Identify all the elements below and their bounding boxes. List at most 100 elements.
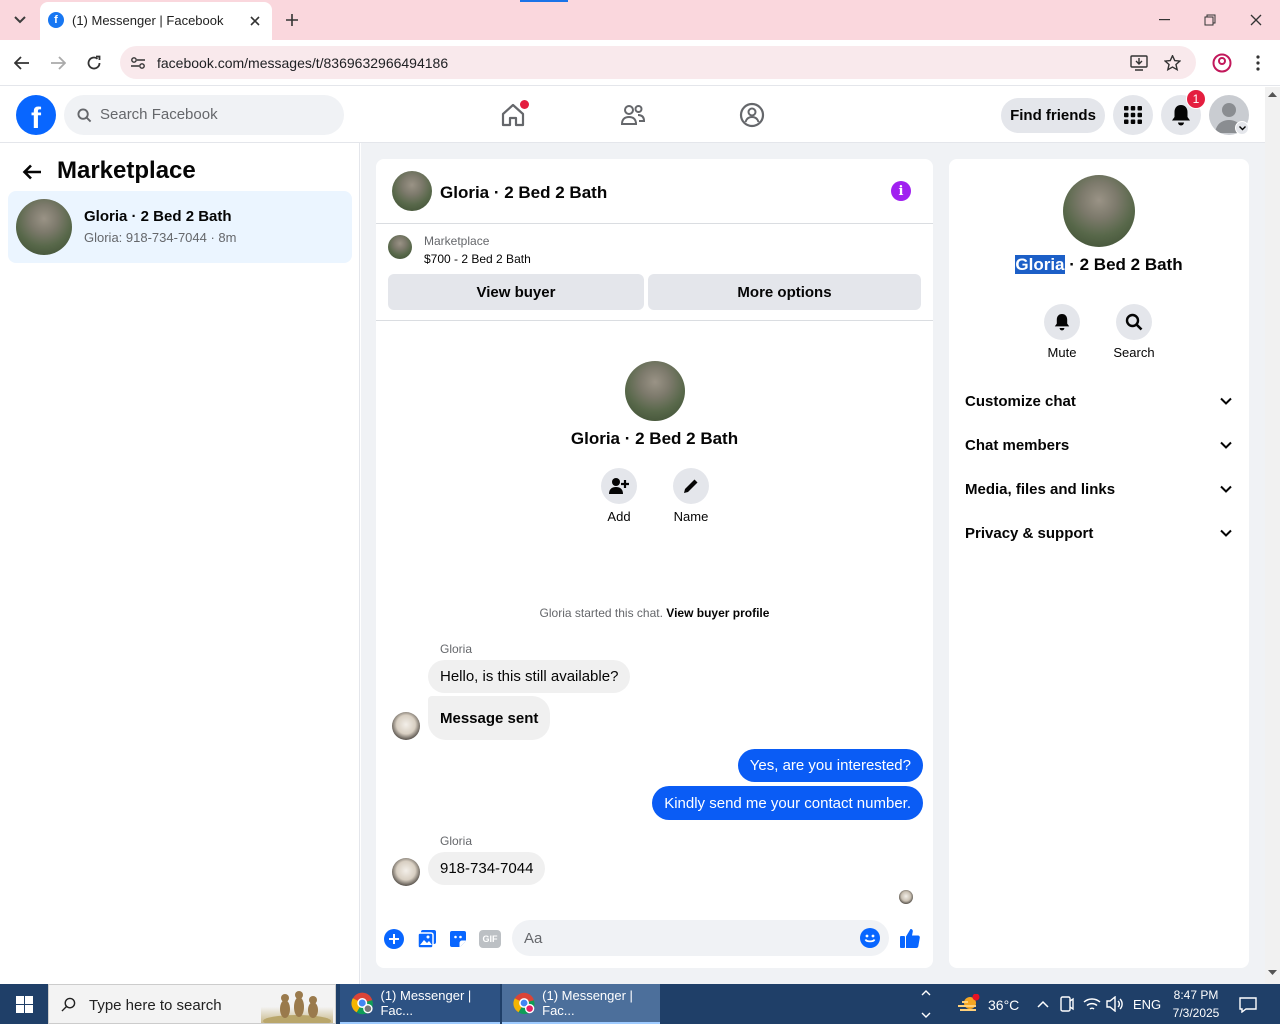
arrow-right-icon (51, 56, 66, 70)
forward-button[interactable] (48, 53, 68, 73)
reload-button[interactable] (84, 53, 104, 73)
windows-logo-icon (15, 995, 33, 1013)
mute-button[interactable] (1044, 304, 1080, 340)
conversation-name: Gloria · 2 Bed 2 Bath (84, 208, 232, 225)
customize-chat-section[interactable]: Customize chat (957, 383, 1241, 419)
browser-tab[interactable]: f (1) Messenger | Facebook (40, 2, 272, 40)
search-in-conversation-button[interactable] (1116, 304, 1152, 340)
back-button[interactable] (12, 53, 32, 73)
meet-now-icon[interactable] (1058, 994, 1076, 1014)
install-app-icon[interactable] (1128, 53, 1150, 73)
conversation-info-panel: Gloria · 2 Bed 2 Bath Mute Search Custom… (949, 159, 1249, 968)
new-tab-button[interactable] (282, 9, 302, 31)
media-files-links-section[interactable]: Media, files and links (957, 471, 1241, 507)
url-text[interactable]: facebook.com/messages/t/8369632966494186 (157, 55, 448, 71)
add-people-button[interactable] (601, 468, 637, 504)
start-button[interactable] (0, 984, 48, 1024)
chat-header-avatar[interactable] (392, 171, 432, 211)
taskbar-window-1[interactable]: (1) Messenger | Fac... (340, 984, 500, 1024)
back-to-marketplace-button[interactable] (20, 160, 44, 184)
info-avatar[interactable] (1063, 175, 1135, 247)
message-bubble-self[interactable]: Kindly send me your contact number. (652, 786, 923, 820)
info-icon[interactable]: i (891, 181, 911, 201)
browser-menu-icon[interactable] (1248, 52, 1268, 74)
volume-icon[interactable] (1105, 994, 1125, 1014)
chat-header-title[interactable]: Gloria · 2 Bed 2 Bath (440, 183, 607, 203)
edit-name-button[interactable] (673, 468, 709, 504)
emoji-button[interactable] (860, 928, 880, 948)
sender-avatar[interactable] (392, 858, 420, 886)
listing-thumbnail (16, 199, 72, 255)
chat-members-section[interactable]: Chat members (957, 427, 1241, 463)
message-bubble[interactable]: 918-734-7044 (428, 852, 546, 885)
page-scrollbar[interactable] (1265, 87, 1280, 984)
conversation-item[interactable]: Gloria · 2 Bed 2 Bath Gloria: 918-734-70… (8, 191, 352, 263)
input-language[interactable]: ENG (1133, 997, 1161, 1012)
weather-temperature[interactable]: 36°C (988, 997, 1019, 1013)
seen-indicator-avatar (899, 890, 913, 904)
sticker-icon (450, 931, 466, 947)
address-bar[interactable]: facebook.com/messages/t/8369632966494186 (120, 46, 1196, 79)
view-buyer-button[interactable]: View buyer (388, 274, 644, 310)
sticker-button[interactable] (447, 928, 469, 950)
find-friends-button[interactable]: Find friends (1001, 98, 1105, 133)
photo-icon (417, 930, 436, 949)
weather-icon[interactable] (956, 992, 982, 1016)
bell-icon (1054, 314, 1070, 331)
bookmark-star-icon[interactable] (1161, 53, 1183, 73)
more-options-button[interactable]: More options (648, 274, 921, 310)
facebook-search-box[interactable]: Search Facebook (64, 95, 344, 135)
taskbar-search-box[interactable]: Type here to search (48, 984, 336, 1024)
attach-photo-button[interactable] (416, 928, 438, 950)
nav-groups-button[interactable] (731, 95, 773, 135)
taskbar-window-2-title: (1) Messenger | Fac... (542, 988, 633, 1018)
restore-window-button[interactable] (1196, 8, 1224, 32)
nav-home-button[interactable] (492, 95, 534, 135)
reload-icon (87, 55, 101, 70)
tab-title: (1) Messenger | Facebook (72, 13, 224, 28)
message-bubble-self[interactable]: Yes, are you interested? (737, 749, 923, 782)
minimize-window-button[interactable] (1150, 8, 1178, 32)
clock[interactable]: 8:47 PM 7/3/2025 (1166, 986, 1226, 1022)
facebook-logo-icon[interactable]: f (16, 95, 56, 135)
listing-detail[interactable]: $700 - 2 Bed 2 Bath (424, 252, 531, 266)
site-info-icon[interactable] (128, 53, 148, 73)
arrow-left-icon (14, 56, 29, 70)
home-notification-dot (520, 100, 529, 109)
message-bubble[interactable]: Message sent (428, 696, 551, 740)
account-dropdown-icon[interactable] (1235, 121, 1249, 135)
tab-close-button[interactable] (246, 12, 264, 30)
divider (376, 320, 933, 321)
message-input-placeholder: Aa (524, 930, 543, 947)
view-buyer-profile-link[interactable]: View buyer profile (666, 606, 769, 620)
section-label: Media, files and links (965, 480, 1116, 498)
emoji-icon (864, 934, 876, 943)
marketplace-title: Marketplace (57, 157, 196, 184)
privacy-support-section[interactable]: Privacy & support (957, 515, 1241, 551)
chevron-down-icon (1220, 441, 1232, 449)
profile-icon[interactable] (1211, 52, 1233, 74)
show-hidden-icons-button[interactable] (1034, 994, 1052, 1014)
gif-button[interactable]: GIF (479, 930, 501, 948)
add-person-icon (609, 478, 629, 494)
facebook-favicon-icon: f (48, 12, 64, 28)
add-label: Add (607, 509, 631, 524)
info-name: Gloria · 2 Bed 2 Bath (949, 255, 1249, 275)
tab-search-button[interactable] (8, 9, 32, 31)
sender-name: Gloria (440, 642, 473, 656)
menu-button[interactable] (1113, 95, 1153, 135)
action-center-button[interactable] (1234, 992, 1262, 1018)
taskbar-window-2[interactable]: (1) Messenger | Fac... (502, 984, 660, 1024)
sender-avatar[interactable] (392, 712, 420, 740)
message-bubble[interactable]: Hello, is this still available? (428, 660, 631, 693)
taskbar-overflow-scroll[interactable] (918, 984, 934, 1024)
message-input[interactable]: Aa (512, 920, 889, 956)
close-icon (250, 16, 260, 26)
more-actions-button[interactable] (384, 929, 404, 949)
network-icon[interactable] (1082, 994, 1102, 1014)
like-button[interactable] (898, 926, 922, 950)
nav-friends-button[interactable] (612, 95, 654, 135)
profile-avatar[interactable] (625, 361, 685, 421)
close-window-button[interactable] (1242, 8, 1270, 32)
thumbs-up-icon (900, 929, 920, 948)
